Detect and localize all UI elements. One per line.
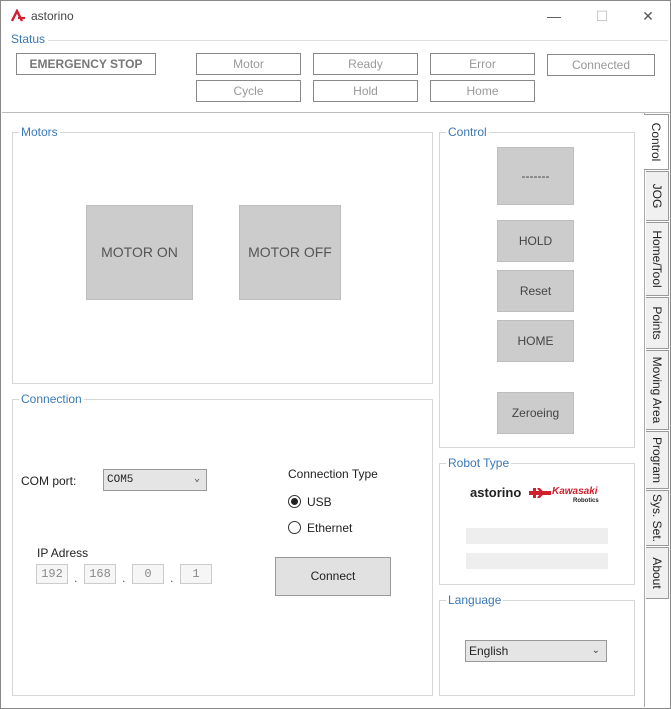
motors-group: Motors MOTOR ON MOTOR OFF <box>12 125 433 384</box>
title-bar: astorino — ☐ ✕ <box>1 1 670 31</box>
cycle-button[interactable]: ------- <box>497 147 574 205</box>
com-port-label: COM port: <box>21 474 77 488</box>
language-select[interactable]: English ⌄ <box>465 640 607 662</box>
error-status-indicator: Error <box>430 53 535 75</box>
ip-octet-4-input[interactable]: 1 <box>180 564 212 584</box>
tab-jog[interactable]: JOG <box>646 171 669 221</box>
tab-jog-label: JOG <box>650 183 664 209</box>
robot-type-legend: Robot Type <box>446 456 512 470</box>
tab-about[interactable]: About <box>646 547 669 599</box>
emergency-stop-button[interactable]: EMERGENCY STOP <box>16 53 156 75</box>
main-window: astorino — ☐ ✕ Status EMERGENCY STOP Mot… <box>0 0 671 709</box>
tab-home-tool[interactable]: Home/Tool <box>646 222 669 296</box>
motor-on-button[interactable]: MOTOR ON <box>86 205 193 300</box>
language-legend: Language <box>446 593 504 607</box>
motor-off-button[interactable]: MOTOR OFF <box>239 205 341 300</box>
ready-status-indicator: Ready <box>313 53 418 75</box>
ip-address-label: IP Adress <box>37 546 89 560</box>
ip-octet-1-input[interactable]: 192 <box>36 564 68 584</box>
language-value: English <box>469 644 509 658</box>
close-button[interactable]: ✕ <box>633 5 663 27</box>
tab-sys-set-label: Sys. Set. <box>650 493 664 543</box>
home-button[interactable]: HOME <box>497 320 574 362</box>
tab-moving-area[interactable]: Moving Area <box>646 350 669 430</box>
robot-type-group: Robot Type astorino Kawasaki Robotics <box>439 456 635 585</box>
tab-about-label: About <box>650 557 664 589</box>
tab-program-label: Program <box>650 436 664 484</box>
status-separator <box>2 112 670 113</box>
minimize-button[interactable]: — <box>539 5 569 27</box>
language-group: Language English ⌄ <box>439 593 635 696</box>
connection-type-label: Connection Type <box>288 467 378 481</box>
cycle-status-indicator: Cycle <box>196 80 301 102</box>
tab-points[interactable]: Points <box>646 297 669 349</box>
ip-octet-3-input[interactable]: 0 <box>132 564 164 584</box>
robot-type-field-2 <box>466 553 608 569</box>
com-port-value: COM5 <box>107 474 134 486</box>
chevron-down-icon: ⌄ <box>591 645 600 656</box>
tab-home-tool-label: Home/Tool <box>650 230 664 288</box>
tab-control-label: Control <box>649 122 663 162</box>
ip-dot: . <box>122 571 126 585</box>
status-divider <box>48 40 668 41</box>
status-legend: Status <box>11 32 46 46</box>
ethernet-radio[interactable] <box>288 521 301 534</box>
app-title: astorino <box>31 9 74 23</box>
astorino-logo-icon <box>10 9 25 22</box>
ip-dot: . <box>170 571 174 585</box>
hold-status-indicator: Hold <box>313 80 418 102</box>
tab-program[interactable]: Program <box>646 431 669 489</box>
maximize-button[interactable]: ☐ <box>587 5 617 27</box>
chevron-down-icon: ⌄ <box>193 474 200 485</box>
ethernet-radio-label: Ethernet <box>307 521 353 535</box>
robot-type-field-1 <box>466 528 608 544</box>
ip-octet-2-input[interactable]: 168 <box>84 564 116 584</box>
control-group: Control ------- HOLD Reset HOME Zeroeing <box>439 125 635 448</box>
tab-control[interactable]: Control <box>644 114 669 170</box>
hold-button[interactable]: HOLD <box>497 220 574 262</box>
tab-sys-set[interactable]: Sys. Set. <box>646 490 669 546</box>
kawasaki-brand-text: Kawasaki <box>552 486 598 497</box>
usb-radio[interactable] <box>288 495 301 508</box>
zeroing-button[interactable]: Zeroeing <box>497 392 574 434</box>
home-status-indicator: Home <box>430 80 535 102</box>
control-legend: Control <box>446 125 489 139</box>
motor-status-indicator: Motor <box>196 53 301 75</box>
astorino-brand-text: astorino <box>470 485 522 500</box>
robot-brand-logo: astorino Kawasaki Robotics <box>470 484 610 506</box>
usb-radio-label: USB <box>307 495 332 509</box>
tab-points-label: Points <box>650 306 664 340</box>
reset-button[interactable]: Reset <box>497 270 574 312</box>
com-port-select[interactable]: COM5 ⌄ <box>103 469 207 491</box>
ip-dot: . <box>74 571 78 585</box>
connected-status-indicator: Connected <box>547 54 655 76</box>
connection-legend: Connection <box>19 392 84 406</box>
kawasaki-mark-icon <box>529 488 551 498</box>
tab-strip-border <box>644 113 645 707</box>
connect-button[interactable]: Connect <box>275 557 391 596</box>
tab-moving-area-label: Moving Area <box>650 356 664 424</box>
kawasaki-robotics-text: Robotics <box>573 498 599 504</box>
motors-legend: Motors <box>19 125 60 139</box>
